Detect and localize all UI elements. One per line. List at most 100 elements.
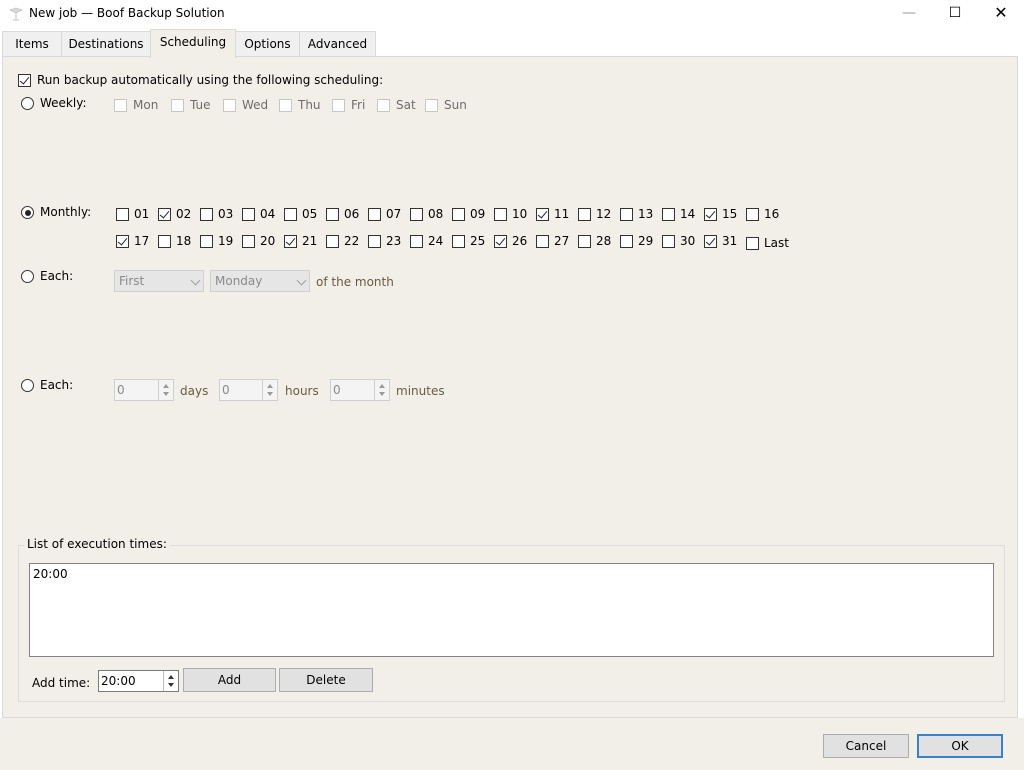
month-day-checkbox-11[interactable] bbox=[536, 208, 549, 221]
month-day-checkbox-09[interactable] bbox=[452, 208, 465, 221]
weekly-radio[interactable] bbox=[21, 97, 34, 110]
month-day-checkbox-18[interactable] bbox=[158, 235, 171, 248]
add-time-input[interactable]: 20:00 bbox=[98, 670, 179, 692]
month-day-label-19: 19 bbox=[218, 234, 234, 248]
month-day-checkbox-10[interactable] bbox=[494, 208, 507, 221]
month-day-checkbox-last[interactable] bbox=[746, 237, 759, 250]
hours-stepper[interactable]: 0 bbox=[219, 379, 278, 401]
delete-button[interactable]: Delete bbox=[279, 668, 373, 692]
tab-destinations[interactable]: Destinations bbox=[61, 31, 151, 56]
spin-down-icon[interactable] bbox=[168, 683, 174, 687]
month-day-checkbox-17[interactable] bbox=[116, 235, 129, 248]
spin-up-icon[interactable] bbox=[267, 384, 273, 388]
month-day-checkbox-24[interactable] bbox=[410, 235, 423, 248]
weekday-checkbox-thu[interactable] bbox=[279, 99, 292, 112]
weekday-label-thu: Thu bbox=[298, 98, 321, 112]
month-day-checkbox-19[interactable] bbox=[200, 235, 213, 248]
minimize-button[interactable]: — bbox=[886, 0, 932, 28]
month-day-checkbox-07[interactable] bbox=[368, 208, 381, 221]
monthly-label: Monthly: bbox=[40, 205, 92, 219]
close-icon: ✕ bbox=[994, 3, 1008, 22]
each-month-radio[interactable] bbox=[21, 270, 34, 283]
tab-options[interactable]: Options bbox=[235, 31, 300, 56]
month-day-checkbox-25[interactable] bbox=[452, 235, 465, 248]
spin-down-icon[interactable] bbox=[267, 392, 273, 396]
month-day-label-23: 23 bbox=[386, 234, 402, 248]
tab-strip: Items Destinations Scheduling Options Ad… bbox=[0, 29, 1024, 58]
month-day-checkbox-26[interactable] bbox=[494, 235, 507, 248]
auto-schedule-checkbox[interactable] bbox=[18, 74, 31, 87]
month-day-label-30: 30 bbox=[680, 234, 696, 248]
cancel-button[interactable]: Cancel bbox=[823, 734, 909, 758]
minutes-label: minutes bbox=[396, 384, 445, 398]
month-day-checkbox-21[interactable] bbox=[284, 235, 297, 248]
spin-down-icon[interactable] bbox=[379, 392, 385, 396]
tab-scheduling[interactable]: Scheduling bbox=[150, 29, 236, 58]
month-day-label-27: 27 bbox=[554, 234, 570, 248]
month-day-label-24: 24 bbox=[428, 234, 444, 248]
month-day-checkbox-06[interactable] bbox=[326, 208, 339, 221]
weekday-checkbox-mon[interactable] bbox=[114, 99, 127, 112]
each-interval-radio[interactable] bbox=[21, 379, 34, 392]
month-day-checkbox-05[interactable] bbox=[284, 208, 297, 221]
month-day-checkbox-12[interactable] bbox=[578, 208, 591, 221]
month-day-checkbox-13[interactable] bbox=[620, 208, 633, 221]
add-time-label: Add time: bbox=[32, 676, 91, 690]
month-day-label-31: 31 bbox=[722, 234, 738, 248]
month-day-label-01: 01 bbox=[134, 207, 150, 221]
weekday-checkbox-sat[interactable] bbox=[377, 99, 390, 112]
spin-up-icon[interactable] bbox=[379, 384, 385, 388]
tab-advanced[interactable]: Advanced bbox=[299, 31, 376, 56]
month-day-checkbox-03[interactable] bbox=[200, 208, 213, 221]
month-day-checkbox-28[interactable] bbox=[578, 235, 591, 248]
weekly-label: Weekly: bbox=[40, 96, 87, 110]
weekday-select-value: Monday bbox=[215, 274, 263, 288]
add-button[interactable]: Add bbox=[183, 668, 276, 692]
close-button[interactable]: ✕ bbox=[978, 0, 1024, 28]
weekday-label-fri: Fri bbox=[351, 98, 366, 112]
execution-times-list[interactable]: 20:00 bbox=[29, 563, 994, 657]
month-day-checkbox-27[interactable] bbox=[536, 235, 549, 248]
ok-button[interactable]: OK bbox=[917, 734, 1003, 758]
month-day-checkbox-08[interactable] bbox=[410, 208, 423, 221]
days-stepper[interactable]: 0 bbox=[114, 379, 174, 401]
month-day-label-25: 25 bbox=[470, 234, 486, 248]
weekday-label-mon: Mon bbox=[133, 98, 159, 112]
month-day-checkbox-30[interactable] bbox=[662, 235, 675, 248]
month-day-checkbox-15[interactable] bbox=[704, 208, 717, 221]
month-day-label-03: 03 bbox=[218, 207, 234, 221]
month-day-checkbox-16[interactable] bbox=[746, 208, 759, 221]
of-the-month-label: of the month bbox=[316, 275, 394, 289]
weekday-checkbox-tue[interactable] bbox=[171, 99, 184, 112]
tab-items[interactable]: Items bbox=[2, 31, 62, 56]
month-day-label-10: 10 bbox=[512, 207, 528, 221]
month-day-label-28: 28 bbox=[596, 234, 612, 248]
month-day-checkbox-22[interactable] bbox=[326, 235, 339, 248]
minutes-stepper[interactable]: 0 bbox=[330, 379, 390, 401]
weekday-label-sun: Sun bbox=[444, 98, 467, 112]
chevron-down-icon bbox=[190, 275, 201, 286]
weekday-checkbox-wed[interactable] bbox=[223, 99, 236, 112]
month-day-checkbox-14[interactable] bbox=[662, 208, 675, 221]
each-interval-label: Each: bbox=[40, 378, 74, 392]
month-day-checkbox-23[interactable] bbox=[368, 235, 381, 248]
month-day-label-07: 07 bbox=[386, 207, 402, 221]
month-day-checkbox-20[interactable] bbox=[242, 235, 255, 248]
month-day-checkbox-29[interactable] bbox=[620, 235, 633, 248]
month-day-checkbox-04[interactable] bbox=[242, 208, 255, 221]
spin-down-icon[interactable] bbox=[163, 392, 169, 396]
weekday-checkbox-sun[interactable] bbox=[425, 99, 438, 112]
spin-up-icon[interactable] bbox=[163, 384, 169, 388]
ordinal-select[interactable]: First bbox=[114, 270, 204, 292]
month-day-checkbox-31[interactable] bbox=[704, 235, 717, 248]
days-stepper-value: 0 bbox=[117, 383, 125, 397]
month-day-checkbox-02[interactable] bbox=[158, 208, 171, 221]
monthly-radio[interactable] bbox=[21, 206, 34, 219]
weekday-select[interactable]: Monday bbox=[210, 270, 310, 292]
maximize-button[interactable]: ☐ bbox=[932, 0, 978, 28]
month-day-checkbox-01[interactable] bbox=[116, 208, 129, 221]
list-item[interactable]: 20:00 bbox=[33, 567, 68, 581]
spin-up-icon[interactable] bbox=[168, 675, 174, 679]
add-time-value: 20:00 bbox=[101, 674, 136, 688]
weekday-checkbox-fri[interactable] bbox=[332, 99, 345, 112]
